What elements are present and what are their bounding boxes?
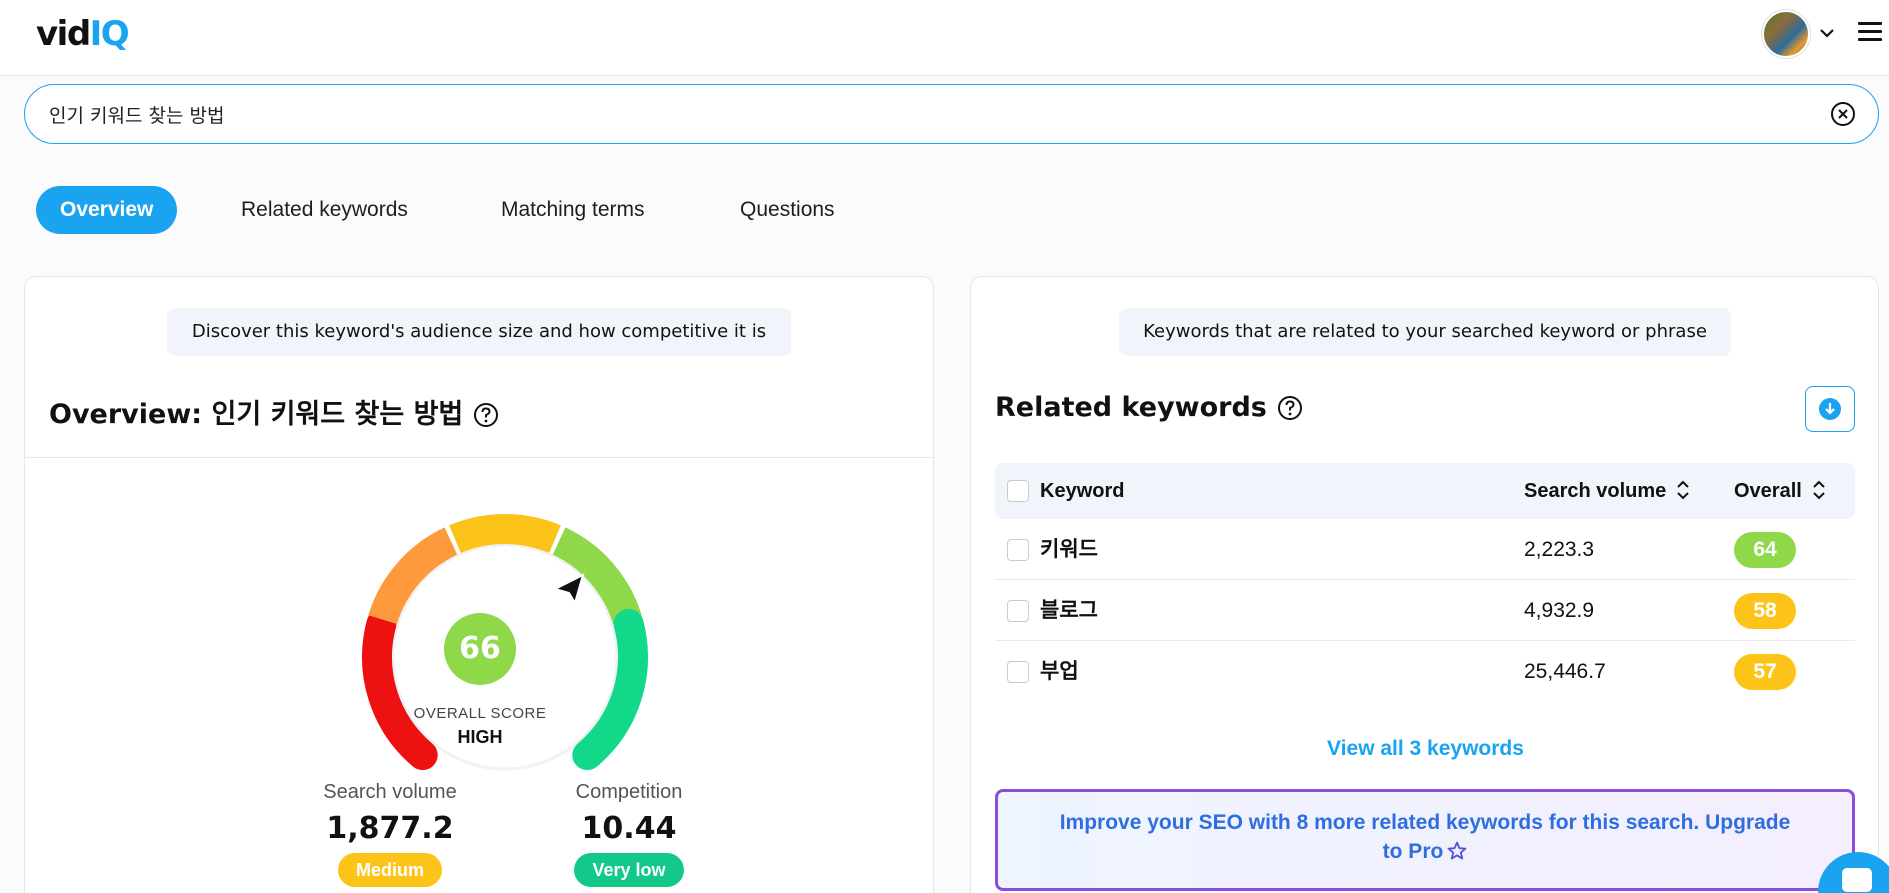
column-search-volume[interactable]: Search volume: [1524, 463, 1690, 519]
clear-circle-x-icon[interactable]: [1830, 101, 1856, 127]
overview-title-text: Overview: 인기 키워드 찾는 방법: [49, 399, 464, 430]
card-divider: [25, 457, 933, 458]
tab-matching-terms[interactable]: Matching terms: [501, 186, 645, 234]
tab-questions[interactable]: Questions: [740, 186, 835, 234]
competition-badge: Very low: [574, 853, 684, 887]
gauge-segment-yellow: [449, 514, 561, 554]
row-search-volume: 2,223.3: [1524, 538, 1595, 561]
column-search-volume-label: Search volume: [1524, 480, 1667, 502]
related-keywords-title: Related keywords: [995, 392, 1303, 423]
row-search-volume: 25,446.7: [1524, 660, 1606, 683]
row-overall-badge: 58: [1734, 593, 1796, 629]
competition-label: Competition: [575, 781, 683, 803]
competition-metric: Competition 10.44 Very low: [529, 781, 729, 887]
table-row[interactable]: 블로그 4,932.9 58: [995, 580, 1855, 641]
sort-icon[interactable]: [1676, 480, 1690, 500]
sort-icon[interactable]: [1812, 480, 1826, 500]
row-keyword[interactable]: 키워드: [1040, 519, 1098, 580]
row-keyword[interactable]: 부업: [1040, 641, 1079, 702]
search-volume-metric: Search volume 1,877.2 Medium: [290, 781, 490, 887]
search-volume-value: 1,877.2: [326, 811, 454, 846]
vidiq-logo[interactable]: vidIQ: [36, 14, 130, 54]
select-all-checkbox[interactable]: [1007, 480, 1029, 502]
related-hint: Keywords that are related to your search…: [1119, 308, 1731, 356]
help-question-icon[interactable]: [473, 402, 499, 428]
star-icon: [1447, 841, 1467, 860]
overview-hint: Discover this keyword's audience size an…: [167, 308, 791, 356]
help-question-icon[interactable]: [1277, 395, 1303, 421]
row-checkbox[interactable]: [1007, 539, 1029, 561]
table-row[interactable]: 부업 25,446.7 57: [995, 641, 1855, 702]
overview-card: Discover this keyword's audience size an…: [24, 276, 934, 893]
upgrade-to-pro-banner[interactable]: Improve your SEO with 8 more related key…: [995, 789, 1855, 891]
column-keyword: Keyword: [1040, 480, 1125, 502]
chat-icon: [1842, 868, 1872, 892]
keyword-search-bar: [24, 84, 1879, 144]
row-overall-badge: 64: [1734, 532, 1796, 568]
table-row[interactable]: 키워드 2,223.3 64: [995, 519, 1855, 580]
search-volume-badge: Medium: [337, 853, 442, 887]
related-keywords-card: Keywords that are related to your search…: [970, 276, 1879, 893]
row-overall-badge: 57: [1734, 654, 1796, 690]
logo-text: vid: [36, 14, 91, 54]
tab-overview[interactable]: Overview: [36, 186, 178, 234]
search-volume-label: Search volume: [323, 781, 457, 803]
top-bar: vidIQ: [0, 0, 1889, 76]
view-all-keywords-link[interactable]: View all 3 keywords: [971, 737, 1880, 761]
row-search-volume: 4,932.9: [1524, 599, 1595, 622]
keyword-search-input[interactable]: [49, 97, 1789, 131]
overview-title: Overview: 인기 키워드 찾는 방법: [49, 392, 499, 431]
row-keyword[interactable]: 블로그: [1040, 580, 1098, 641]
gauge-segment-orange: [368, 527, 458, 625]
related-keywords-table: Keyword Search volume Overall 키워드 2,223.…: [995, 463, 1855, 702]
overall-score-label: OVERALL SCORE: [413, 705, 547, 722]
row-checkbox[interactable]: [1007, 661, 1029, 683]
download-button[interactable]: [1805, 386, 1855, 432]
overall-score-value: 66: [444, 613, 516, 685]
upgrade-text: Improve your SEO with 8 more related key…: [1059, 811, 1791, 863]
user-avatar[interactable]: [1762, 10, 1810, 58]
competition-value: 10.44: [581, 811, 677, 846]
hamburger-menu-icon[interactable]: [1858, 22, 1882, 44]
tab-related-keywords[interactable]: Related keywords: [241, 186, 408, 234]
overall-score-level: HIGH: [457, 727, 503, 747]
gauge-segment-lightgreen: [552, 527, 642, 625]
related-title-text: Related keywords: [995, 392, 1267, 423]
table-header: Keyword Search volume Overall: [995, 463, 1855, 519]
column-overall[interactable]: Overall: [1734, 463, 1826, 519]
gauge-pointer-icon: [552, 573, 585, 606]
column-overall-label: Overall: [1734, 480, 1802, 502]
download-arrow-icon: [1819, 398, 1841, 420]
logo-accent-text: IQ: [89, 14, 130, 54]
chevron-down-icon[interactable]: [1818, 24, 1836, 42]
row-checkbox[interactable]: [1007, 600, 1029, 622]
